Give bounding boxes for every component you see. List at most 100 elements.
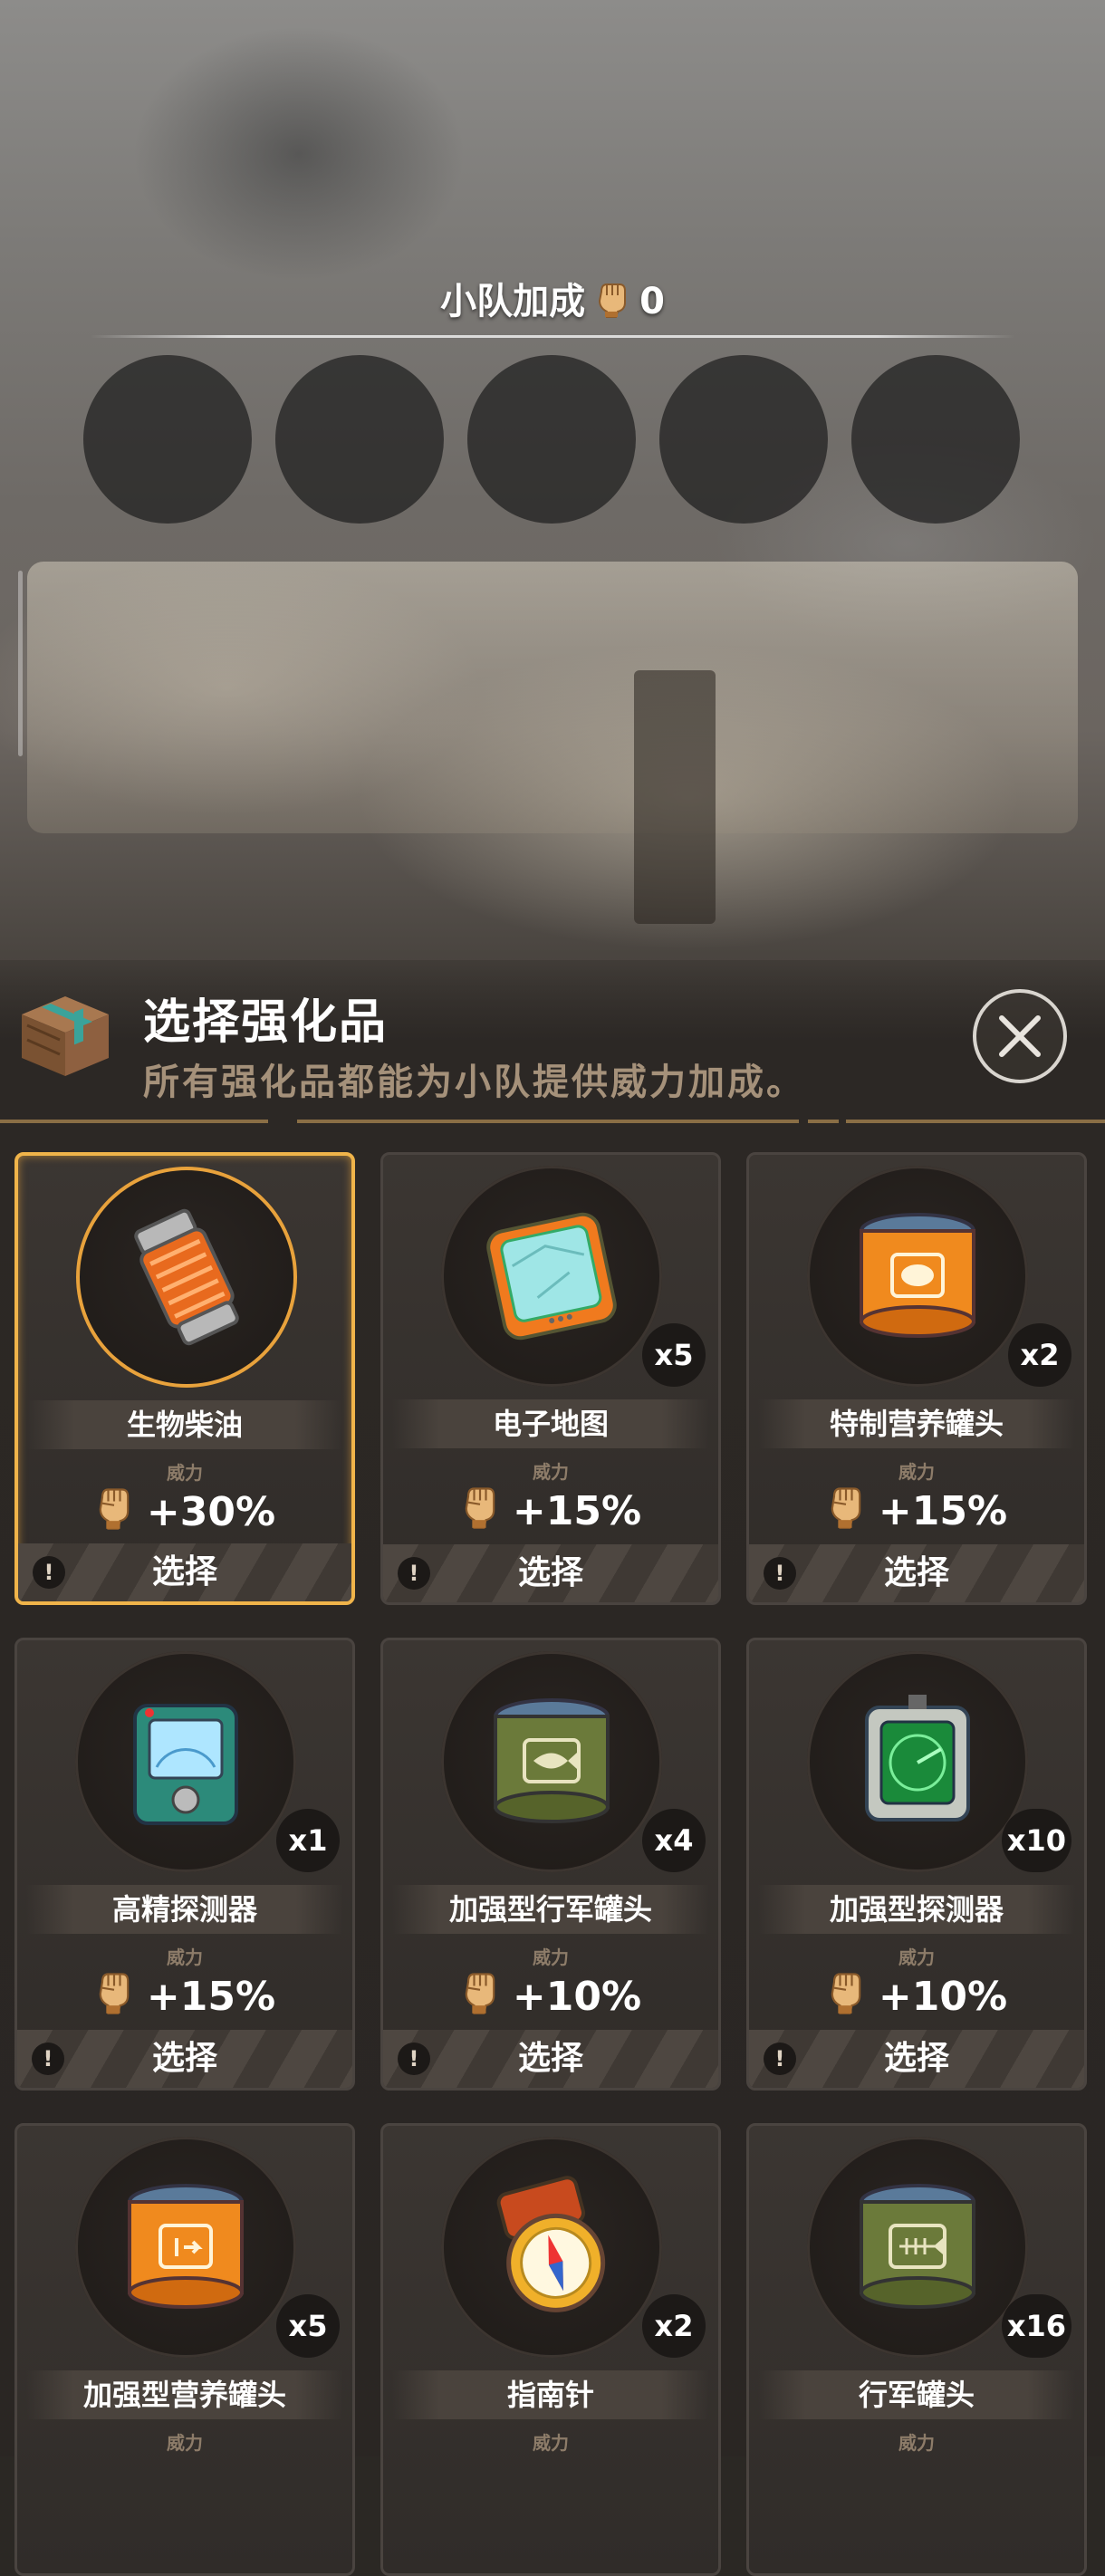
item-name: 电子地图 xyxy=(392,1399,709,1448)
item-name: 加强型营养罐头 xyxy=(26,2370,343,2419)
background-door xyxy=(634,670,716,924)
squad-bonus-label: 小队加成 xyxy=(440,281,586,322)
item-count-badge: x5 xyxy=(642,1323,706,1387)
info-icon[interactable]: ! xyxy=(764,1557,796,1590)
item-icon-frame xyxy=(75,2137,296,2358)
item-card[interactable]: x2 指南针威力 xyxy=(380,2123,721,2576)
item-name: 指南针 xyxy=(392,2370,709,2419)
fist-icon xyxy=(94,1968,134,2025)
power-label: 威力 xyxy=(167,2432,203,2454)
power-value: +30% xyxy=(146,1489,276,1535)
item-icon-frame xyxy=(807,1166,1028,1387)
close-button[interactable] xyxy=(973,989,1067,1083)
fist-icon xyxy=(826,1968,866,2025)
info-icon[interactable]: ! xyxy=(33,1556,65,1589)
power-label: 威力 xyxy=(898,1461,935,1483)
item-count-badge: x4 xyxy=(642,1809,706,1872)
fist-icon xyxy=(94,1484,134,1541)
select-button[interactable]: ! 选择 xyxy=(749,2030,1084,2088)
select-button-label: 选择 xyxy=(151,2040,217,2077)
item-name: 特制营养罐头 xyxy=(758,1399,1075,1448)
power-value-row: +15% xyxy=(383,1483,718,1540)
select-button[interactable]: ! 选择 xyxy=(383,1544,718,1602)
power-value-row: +10% xyxy=(749,1968,1084,2025)
power-label: 威力 xyxy=(533,2432,569,2454)
select-button[interactable]: ! 选择 xyxy=(383,2030,718,2088)
fist-icon xyxy=(460,1968,500,2025)
power-label: 威力 xyxy=(898,2432,935,2454)
item-card[interactable]: x10 加强型探测器 威力 +10%! 选择 xyxy=(746,1638,1087,2091)
power-label: 威力 xyxy=(533,1946,569,1968)
select-button-label: 选择 xyxy=(517,1554,583,1591)
power-value: +15% xyxy=(878,1488,1008,1534)
squad-bonus-header: 小队加成 0 xyxy=(0,272,1105,328)
item-count-badge: x10 xyxy=(1001,1809,1071,1872)
power-value-row: +15% xyxy=(749,1483,1084,1540)
item-icon-frame xyxy=(807,1651,1028,1872)
power-label: 威力 xyxy=(533,1461,569,1483)
item-count-badge: x1 xyxy=(276,1809,340,1872)
item-icon-frame xyxy=(441,1651,662,1872)
background-scene xyxy=(0,0,1105,1123)
squad-slot-5[interactable] xyxy=(851,355,1020,524)
power-value-row: +15% xyxy=(17,1968,352,2025)
item-count-badge: x2 xyxy=(1008,1323,1071,1387)
item-card[interactable]: x4 加强型行军罐头 威力 +10%! 选择 xyxy=(380,1638,721,2091)
select-button-label: 选择 xyxy=(883,1554,949,1591)
info-icon[interactable]: ! xyxy=(398,2043,430,2075)
item-name: 生物柴油 xyxy=(27,1400,342,1449)
select-button[interactable]: ! 选择 xyxy=(18,1543,351,1601)
item-count-badge: x16 xyxy=(1001,2294,1071,2358)
item-count-badge: x2 xyxy=(642,2294,706,2358)
crate-icon xyxy=(14,989,116,1080)
background-bus xyxy=(27,562,1078,833)
divider-segment xyxy=(808,1120,839,1123)
power-value: +10% xyxy=(878,1974,1008,2020)
squad-slot-3[interactable] xyxy=(467,355,636,524)
close-icon xyxy=(999,1015,1041,1057)
select-button[interactable]: ! 选择 xyxy=(749,1544,1084,1602)
squad-slot-2[interactable] xyxy=(275,355,444,524)
fist-icon xyxy=(594,279,630,328)
panel-title: 选择强化品 xyxy=(143,995,389,1050)
divider-segment xyxy=(0,1120,268,1123)
power-value-row: +30% xyxy=(18,1484,351,1541)
squad-bonus-value: 0 xyxy=(639,281,665,322)
select-button-label: 选择 xyxy=(517,2040,583,2077)
divider-segment xyxy=(846,1120,1105,1123)
item-card[interactable]: x16 行军罐头威力 xyxy=(746,2123,1087,2576)
power-label: 威力 xyxy=(167,1946,203,1968)
select-button-label: 选择 xyxy=(883,2040,949,2077)
item-name: 行军罐头 xyxy=(758,2370,1075,2419)
item-card[interactable]: 生物柴油 威力 +30%! 选择 xyxy=(14,1152,355,1605)
power-value: +15% xyxy=(146,1974,276,2020)
item-count-badge: x5 xyxy=(276,2294,340,2358)
scroll-indicator xyxy=(18,571,23,756)
item-icon-frame xyxy=(76,1167,297,1388)
item-icon-frame xyxy=(807,2137,1028,2358)
squad-slot-1[interactable] xyxy=(83,355,252,524)
fist-icon xyxy=(826,1483,866,1540)
info-icon[interactable]: ! xyxy=(32,2043,64,2075)
select-button[interactable]: ! 选择 xyxy=(17,2030,352,2088)
select-button-label: 选择 xyxy=(151,1553,217,1591)
item-icon-frame xyxy=(441,2137,662,2358)
item-card[interactable]: x2 特制营养罐头 威力 +15%! 选择 xyxy=(746,1152,1087,1605)
item-card[interactable]: x5 加强型营养罐头威力 xyxy=(14,2123,355,2576)
power-value: +10% xyxy=(512,1974,642,2020)
item-name: 加强型行军罐头 xyxy=(392,1885,709,1934)
power-label: 威力 xyxy=(167,1462,203,1484)
fist-icon xyxy=(460,1483,500,1540)
squad-divider xyxy=(91,335,1014,338)
item-card[interactable]: x1 高精探测器 威力 +15%! 选择 xyxy=(14,1638,355,2091)
panel-subtitle: 所有强化品都能为小队提供威力加成。 xyxy=(143,1062,805,1103)
info-icon[interactable]: ! xyxy=(398,1557,430,1590)
power-label: 威力 xyxy=(898,1946,935,1968)
info-icon[interactable]: ! xyxy=(764,2043,796,2075)
item-card[interactable]: x5 电子地图 威力 +15%! 选择 xyxy=(380,1152,721,1605)
item-name: 加强型探测器 xyxy=(758,1885,1075,1934)
power-value: +15% xyxy=(512,1488,642,1534)
item-icon-frame xyxy=(441,1166,662,1387)
squad-slot-4[interactable] xyxy=(659,355,828,524)
item-name: 高精探测器 xyxy=(26,1885,343,1934)
